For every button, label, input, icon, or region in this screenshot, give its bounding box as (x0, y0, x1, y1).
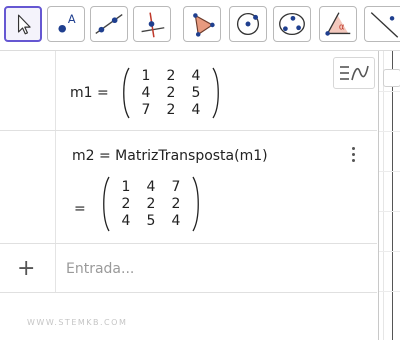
matrix-cell: 2 (146, 196, 156, 212)
grid-line (379, 211, 400, 212)
reflect-line-icon (370, 12, 399, 38)
matrix-cell: 2 (166, 68, 176, 84)
left-paren (121, 67, 131, 119)
graphics-view[interactable] (378, 51, 400, 340)
matrix-cell: 7 (141, 102, 151, 118)
circle-center-point-icon (236, 12, 260, 36)
m2-matrix: 1 4 7 2 2 2 4 5 4 (101, 176, 201, 232)
matrix-cell: 1 (121, 179, 131, 195)
line-tool-button[interactable] (90, 6, 128, 42)
perpendicular-line-tool-button[interactable] (133, 6, 171, 42)
line-icon (95, 13, 123, 35)
row-divider (0, 243, 377, 244)
polygon-tool-button[interactable] (183, 6, 221, 42)
row-menu-button[interactable] (350, 147, 356, 165)
algebra-input-field[interactable]: Entrada... (66, 261, 134, 277)
matrix-cell: 4 (141, 85, 151, 101)
toolbar: A α (0, 0, 400, 51)
algebra-style-bar-button[interactable] (333, 57, 375, 89)
reflect-tool-button[interactable] (364, 6, 400, 42)
circle-center-point-tool-button[interactable] (229, 6, 267, 42)
m1-matrix[interactable]: 1 2 4 4 2 5 7 2 4 (121, 67, 221, 119)
y-axis (392, 51, 393, 340)
matrix-cell: 2 (166, 102, 176, 118)
matrix-cell: 4 (191, 68, 201, 84)
algebra-gutter-divider (55, 51, 56, 292)
matrix-cell: 1 (141, 68, 151, 84)
add-item-button[interactable]: + (17, 258, 35, 280)
matrix-cell: 4 (171, 213, 181, 229)
angle-tool-button[interactable]: α (319, 6, 357, 42)
matrix-cell: 4 (191, 102, 201, 118)
point-icon: A (58, 12, 76, 33)
right-paren (191, 176, 201, 232)
left-paren (101, 176, 111, 232)
algebra-view: m1 = 1 2 4 4 2 5 7 2 4 m2 = MatrizTransp… (0, 51, 377, 340)
m2-definition[interactable]: m2 = MatrizTransposta(m1) (72, 148, 268, 164)
matrix-cell: 2 (121, 196, 131, 212)
perpendicular-line-icon (141, 12, 165, 38)
graphics-style-bar-button[interactable] (383, 69, 400, 87)
cursor-arrow-icon (17, 14, 31, 35)
polygon-icon (193, 13, 215, 37)
conic-tool-button[interactable] (273, 6, 311, 42)
grid-line (379, 131, 400, 132)
row-divider (0, 130, 377, 131)
watermark: WWW.STEMKB.COM (27, 318, 128, 327)
algebra-settings-icon (340, 65, 369, 81)
right-paren (211, 67, 221, 119)
matrix-cell: 7 (171, 179, 181, 195)
point-tool-button[interactable]: A (47, 6, 85, 42)
svg-text:A: A (68, 12, 76, 26)
matrix-cell: 2 (166, 85, 176, 101)
grid-line (383, 51, 384, 340)
grid-line (379, 171, 400, 172)
m1-label: m1 = (70, 85, 109, 101)
grid-line (379, 291, 400, 292)
grid-line (379, 251, 400, 252)
matrix-cell: 5 (146, 213, 156, 229)
move-tool-button[interactable] (4, 6, 42, 42)
matrix-cell: 4 (121, 213, 131, 229)
matrix-cell: 2 (171, 196, 181, 212)
matrix-cell: 4 (146, 179, 156, 195)
grid-line (379, 91, 400, 92)
row-divider (0, 292, 377, 293)
conic-three-points-icon (279, 12, 305, 36)
m2-equals: = (74, 201, 86, 217)
angle-icon: α (325, 12, 351, 36)
svg-text:α: α (339, 23, 345, 33)
matrix-cell: 5 (191, 85, 201, 101)
